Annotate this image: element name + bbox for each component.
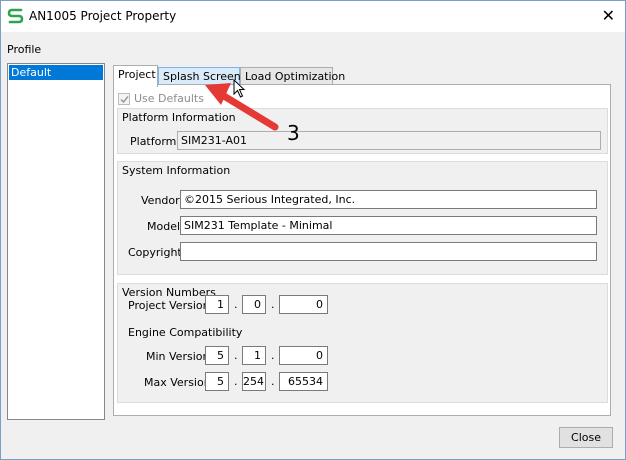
version-separator: .	[234, 298, 238, 311]
use-defaults-label: Use Defaults	[134, 92, 204, 105]
project-version-minor[interactable]: 0	[242, 295, 266, 314]
copyright-field[interactable]	[180, 242, 597, 261]
min-version-minor[interactable]: 1	[242, 346, 266, 365]
model-field[interactable]: SIM231 Template - Minimal	[180, 216, 597, 235]
model-label: Model	[147, 220, 181, 233]
version-separator: .	[271, 375, 275, 388]
project-version-major[interactable]: 1	[205, 295, 229, 314]
close-button[interactable]: Close	[559, 427, 613, 448]
system-information-group: System Information Vendor ©2015 Serious …	[117, 161, 608, 275]
version-numbers-group: Version Numbers Project Version 1 . 0 . …	[117, 283, 608, 403]
version-separator: .	[271, 298, 275, 311]
app-logo-icon	[7, 8, 24, 24]
vendor-field[interactable]: ©2015 Serious Integrated, Inc.	[180, 190, 597, 209]
project-version-build[interactable]: 0	[279, 295, 328, 314]
engine-compatibility-label: Engine Compatibility	[128, 326, 243, 339]
annotation-arrow-icon	[205, 83, 279, 131]
max-version-major[interactable]: 5	[205, 372, 229, 391]
vendor-label: Vendor	[141, 194, 180, 207]
checkmark-icon	[120, 96, 129, 104]
checkbox-box[interactable]	[118, 93, 130, 105]
title-bar: AN1005 Project Property ✕	[1, 1, 625, 32]
profile-label: Profile	[7, 43, 42, 56]
version-separator: .	[234, 375, 238, 388]
window-title: AN1005 Project Property	[29, 9, 177, 23]
version-numbers-title: Version Numbers	[122, 286, 216, 299]
platform-information-group: Platform Information Platform SIM231-A01	[117, 108, 608, 154]
project-property-dialog: AN1005 Project Property ✕ Profile Defaul…	[0, 0, 626, 460]
version-separator: .	[234, 349, 238, 362]
max-version-label: Max Version	[144, 376, 211, 389]
min-version-major[interactable]: 5	[205, 346, 229, 365]
close-window-icon[interactable]: ✕	[602, 6, 615, 25]
min-version-label: Min Version	[146, 350, 210, 363]
project-version-label: Project Version	[128, 299, 210, 312]
copyright-label: Copyright	[128, 246, 182, 259]
min-version-build[interactable]: 0	[279, 346, 328, 365]
annotation-step-number: 3	[287, 121, 300, 145]
profile-list[interactable]: Default	[7, 63, 105, 420]
profile-item-default[interactable]: Default	[9, 65, 103, 80]
max-version-minor[interactable]: 254	[242, 372, 266, 391]
system-information-title: System Information	[122, 164, 231, 177]
platform-label: Platform	[130, 135, 177, 148]
tab-project[interactable]: Project	[113, 65, 158, 87]
version-separator: .	[271, 349, 275, 362]
max-version-build[interactable]: 65534	[279, 372, 328, 391]
mouse-cursor-icon	[233, 79, 246, 98]
